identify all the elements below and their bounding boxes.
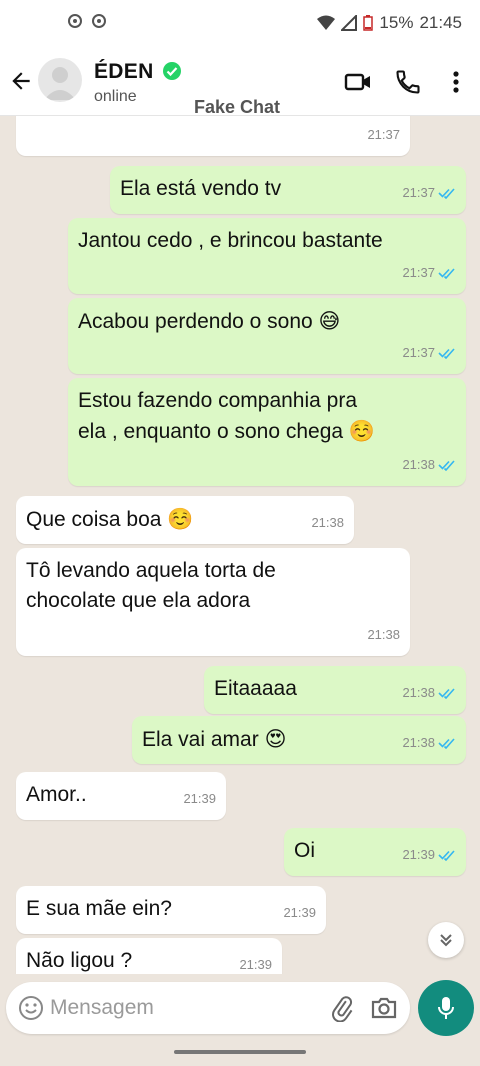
wifi-icon [317,15,336,30]
message-time: 21:37 [402,185,435,200]
more-options-icon[interactable] [442,68,470,96]
message-time: 21:39 [402,847,435,862]
message-text: Estou fazendo companhia pra ela , enquan… [78,386,456,447]
message-text-body: Estou fazendo companhia pra ela , enquan… [78,389,358,443]
emoji-smiling: ☺️ [167,507,194,531]
message-text: Que coisa boa ☺️ [26,504,344,535]
message-meta: 21:39 [183,784,216,814]
video-call-icon[interactable] [344,68,372,96]
message-bubble-outgoing[interactable]: Eitaaaaa 21:38 [204,666,466,714]
battery-level: 15% [379,13,414,32]
read-receipt-icon [438,688,455,699]
message-meta: 21:37 [402,258,456,288]
message-bubble-incoming[interactable]: Tô levando aquela torta de chocolate que… [16,548,410,656]
emoji-heart-eyes: 😍 [264,727,287,751]
message-text: Jantou cedo , e brincou bastante [78,229,383,252]
message-time: 21:38 [311,515,344,530]
emoji-sweat-smile: 😅 [318,309,341,333]
emoji-smiling: ☺️ [348,419,376,443]
message-text-body: Acabou perdendo o sono [78,310,313,333]
message-bubble-outgoing[interactable]: Acabou perdendo o sono 😅 21:37 [68,298,466,374]
clock: 21:45 [419,13,462,32]
message-text: Não ligou ? [26,949,133,972]
message-time: 21:39 [283,905,316,920]
message-text: E sua mãe ein? [26,897,172,920]
message-meta: 21:39 [239,950,272,974]
voice-message-button[interactable] [418,980,474,1036]
verified-badge-icon [163,62,181,80]
read-receipt-icon [438,850,455,861]
message-time: 21:38 [367,627,400,642]
read-receipt-icon [438,460,455,471]
message-bubble-outgoing[interactable]: Jantou cedo , e brincou bastante 21:37 [68,218,466,294]
paperclip-icon[interactable] [328,994,356,1022]
notification-icon [68,14,82,28]
message-bubble-incoming[interactable]: Amor.. 21:39 [16,772,226,820]
message-meta: 21:37 [402,338,456,368]
message-text-body: Ela vai amar [142,728,259,751]
message-time: 21:38 [402,685,435,700]
read-receipt-icon [438,268,455,279]
message-list[interactable]: 21:37 Ela está vendo tv 21:37 Jantou ced… [0,116,480,974]
avatar[interactable] [38,58,82,102]
message-meta: 21:38 [402,728,456,758]
message-text-body: Que coisa boa [26,508,162,531]
status-bar: 15% 21:45 [0,0,480,48]
status-right: 15% 21:45 [317,13,462,33]
message-meta: 21:38 [367,620,400,650]
message-meta: 21:38 [402,678,456,708]
system-nav-bar [0,1040,480,1066]
voice-call-icon[interactable] [394,68,422,96]
message-time: 21:39 [239,957,272,972]
message-bubble-outgoing[interactable]: Oi 21:39 [284,828,466,876]
message-time: 21:37 [367,127,400,142]
emoji-picker-icon[interactable] [18,995,44,1021]
chat-header: ÉDEN online Fake Chat [0,48,480,117]
read-receipt-icon [438,738,455,749]
message-bubble-incoming[interactable]: Que coisa boa ☺️ 21:38 [16,496,354,544]
message-meta: 21:38 [311,508,344,538]
back-arrow-icon[interactable] [8,68,34,94]
contact-status: online [94,88,137,105]
message-bubble-outgoing[interactable]: Ela está vendo tv 21:37 [110,166,466,214]
camera-icon[interactable] [370,994,398,1022]
message-input[interactable] [50,990,310,1026]
notification-icons [68,14,106,28]
message-meta: 21:38 [402,450,456,480]
read-receipt-icon [438,348,455,359]
scroll-to-bottom-button[interactable] [428,922,464,958]
app-watermark: Fake Chat [194,97,281,117]
double-chevron-down-icon [440,934,452,947]
message-bubble-outgoing[interactable]: Estou fazendo companhia pra ela , enquan… [68,378,466,486]
message-time: 21:37 [402,345,435,360]
compose-bar [6,982,410,1034]
home-gesture-bar[interactable] [174,1050,306,1054]
message-meta: 21:37 [402,178,456,208]
message-bubble-outgoing[interactable]: Ela vai amar 😍 21:38 [132,716,466,764]
message-meta: 21:39 [283,898,316,928]
message-bubble-incoming[interactable]: 21:37 [16,116,410,156]
battery-icon [363,15,374,31]
read-receipt-icon [438,188,455,199]
message-bubble-incoming[interactable]: Não ligou ? 21:39 [16,938,282,974]
message-text: Tô levando aquela torta de chocolate que… [26,559,276,612]
notification-icon [92,14,106,28]
message-text: Acabou perdendo o sono 😅 [78,306,456,337]
signal-icon [341,15,358,31]
message-bubble-incoming[interactable]: E sua mãe ein? 21:39 [16,886,326,934]
contact-name[interactable]: ÉDEN [94,60,154,84]
message-time: 21:38 [402,735,435,750]
message-meta: 21:37 [367,120,400,150]
message-time: 21:37 [402,265,435,280]
message-meta: 21:39 [402,840,456,870]
message-time: 21:39 [183,791,216,806]
microphone-icon [438,997,454,1019]
message-time: 21:38 [402,457,435,472]
